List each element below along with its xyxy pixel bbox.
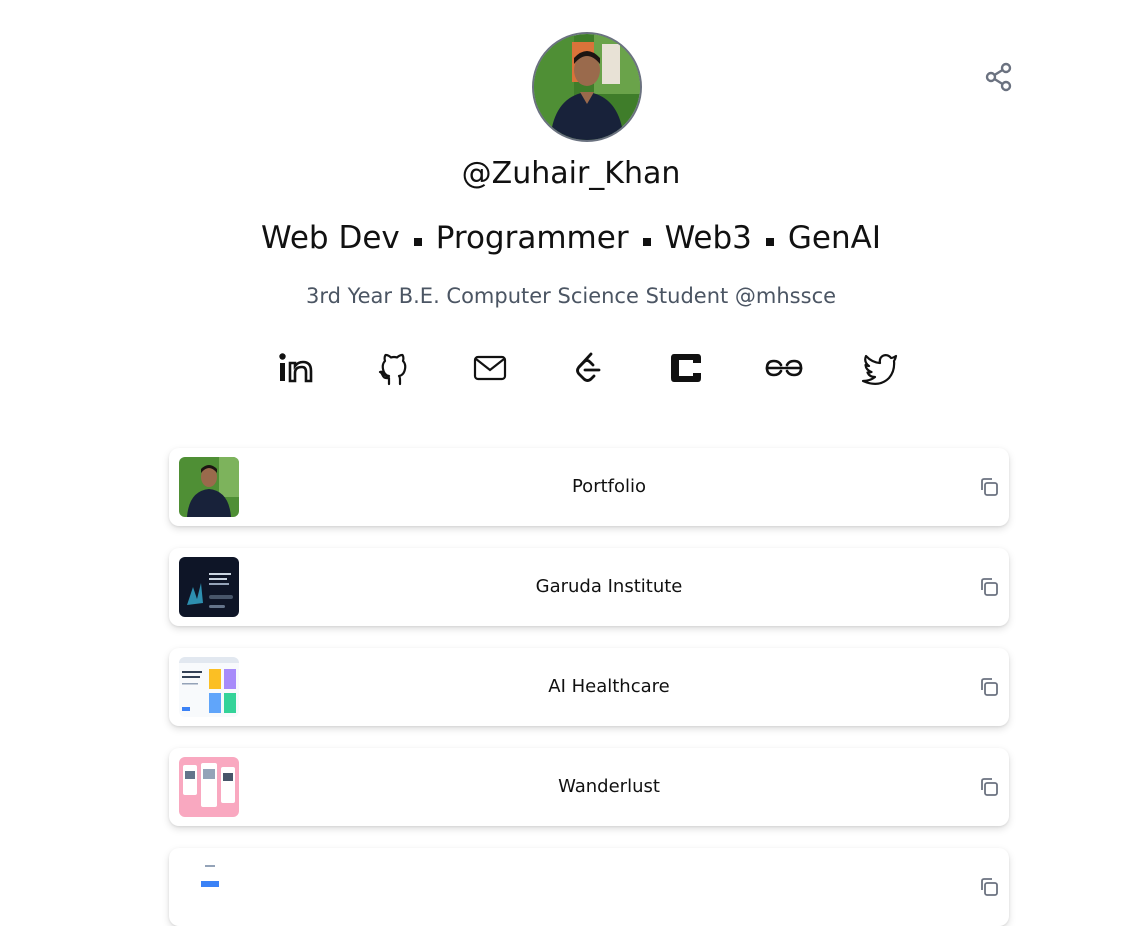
leetcode-link[interactable]: [568, 348, 608, 388]
link-card-garuda-institute[interactable]: Garuda Institute: [169, 548, 1009, 626]
username: @Zuhair_Khan: [461, 156, 681, 191]
link-card-partial[interactable]: [169, 848, 1009, 926]
role-genai: GenAI: [787, 220, 881, 256]
share-icon: [985, 62, 1012, 92]
copy-button[interactable]: [979, 477, 999, 497]
linkedin-icon: [279, 353, 313, 383]
role-web-dev: Web Dev: [261, 220, 400, 256]
copy-button[interactable]: [979, 577, 999, 597]
codechef-icon: [671, 354, 701, 382]
social-links: [0, 348, 1142, 390]
link-card-wanderlust[interactable]: Wanderlust: [169, 748, 1009, 826]
github-link[interactable]: [374, 348, 414, 388]
geeksforgeeks-link[interactable]: [764, 348, 804, 388]
role-separator: [765, 237, 774, 246]
avatar: [532, 32, 642, 142]
codechef-link[interactable]: [666, 348, 706, 388]
mail-icon: [473, 355, 507, 381]
geeksforgeeks-icon: [765, 359, 803, 377]
copy-button[interactable]: [979, 877, 999, 897]
mail-link[interactable]: [470, 348, 510, 388]
linkedin-link[interactable]: [276, 348, 316, 388]
roles-line: Web Dev Programmer Web3 GenAI: [0, 220, 1142, 256]
role-separator: [413, 237, 422, 246]
role-web3: Web3: [664, 220, 752, 256]
bio: 3rd Year B.E. Computer Science Student @…: [305, 284, 837, 308]
copy-button[interactable]: [979, 677, 999, 697]
copy-icon: [981, 778, 998, 796]
leetcode-icon: [576, 352, 601, 382]
link-title: Garuda Institute: [535, 576, 683, 597]
role-separator: [642, 237, 651, 246]
link-title: Wanderlust: [558, 776, 660, 797]
link-card-portfolio[interactable]: Portfolio: [169, 448, 1009, 526]
github-icon: [378, 353, 407, 386]
twitter-icon: [861, 353, 898, 385]
copy-icon: [981, 878, 998, 896]
link-title: Portfolio: [571, 476, 647, 497]
share-button[interactable]: [984, 62, 1014, 92]
copy-icon: [981, 478, 998, 496]
link-card-ai-healthcare[interactable]: AI Healthcare: [169, 648, 1009, 726]
copy-button[interactable]: [979, 777, 999, 797]
copy-icon: [981, 678, 998, 696]
copy-icon: [981, 578, 998, 596]
link-title: AI Healthcare: [548, 676, 670, 697]
twitter-link[interactable]: [860, 348, 900, 388]
role-programmer: Programmer: [435, 220, 629, 256]
link-thumbnail: [179, 857, 239, 917]
